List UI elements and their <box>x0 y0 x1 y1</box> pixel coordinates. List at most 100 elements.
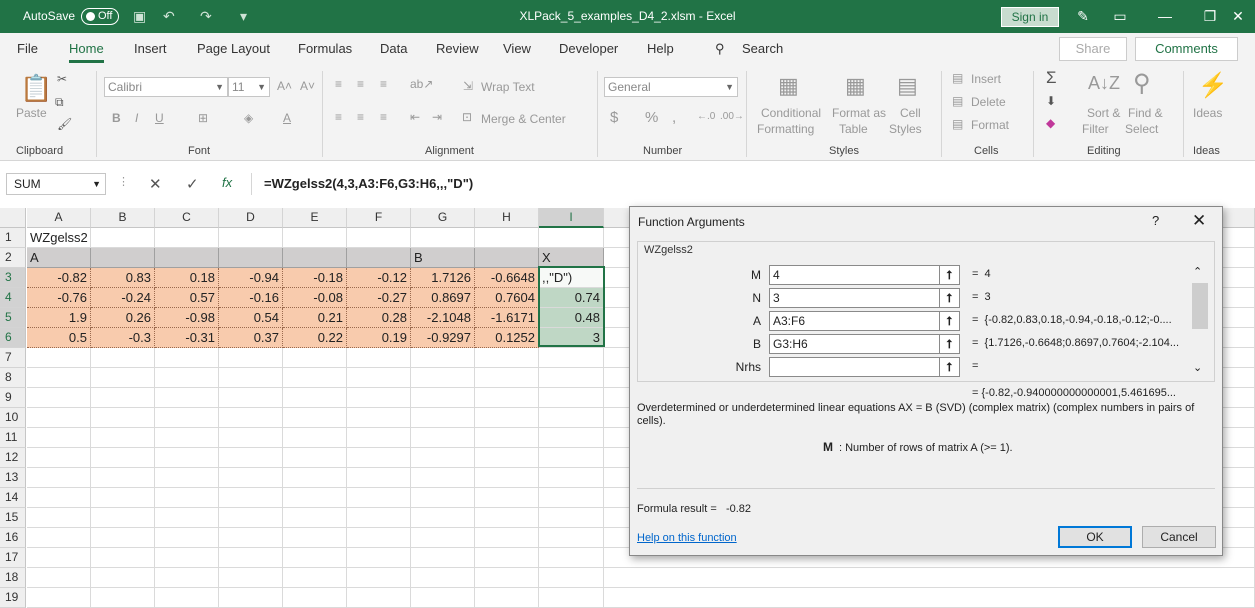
confirm-entry-icon[interactable]: ✓ <box>186 175 199 193</box>
paste-icon[interactable]: 📋 <box>20 73 52 104</box>
format-cells-label[interactable]: Format <box>971 118 1009 132</box>
matrix-a-cell[interactable]: -0.31 <box>155 328 219 348</box>
cell[interactable] <box>27 488 91 508</box>
cell[interactable] <box>283 468 347 488</box>
cell[interactable] <box>27 348 91 368</box>
row-header[interactable]: 3 <box>0 268 26 288</box>
matrix-a-cell[interactable]: -0.08 <box>283 288 347 308</box>
cell[interactable] <box>604 568 1255 588</box>
underline-icon[interactable]: U <box>155 111 164 125</box>
collapse-dialog-icon[interactable]: ⭡ <box>939 312 959 330</box>
cell[interactable] <box>539 508 604 528</box>
cell[interactable] <box>347 508 411 528</box>
column-header[interactable]: G <box>411 208 475 228</box>
cell[interactable] <box>155 228 219 248</box>
italic-icon[interactable]: I <box>135 111 138 125</box>
cell[interactable] <box>91 568 155 588</box>
cell[interactable] <box>475 388 539 408</box>
matrix-a-cell[interactable]: 0.57 <box>155 288 219 308</box>
row-header[interactable]: 19 <box>0 588 26 608</box>
matrix-a-cell[interactable]: 0.37 <box>219 328 283 348</box>
cell[interactable] <box>539 428 604 448</box>
label-cell[interactable] <box>475 248 539 268</box>
comments-button[interactable]: Comments <box>1135 37 1238 61</box>
cell[interactable] <box>411 228 475 248</box>
column-header[interactable]: B <box>91 208 155 228</box>
arguments-scrollbar[interactable]: ⌃ ⌄ <box>1190 265 1208 377</box>
cell[interactable] <box>475 508 539 528</box>
tab-review[interactable]: Review <box>436 41 479 56</box>
align-bottom-icon[interactable]: ≡ <box>380 77 387 91</box>
bold-icon[interactable]: B <box>112 111 121 125</box>
cell[interactable] <box>539 528 604 548</box>
sort-filter-label-2[interactable]: Filter <box>1082 122 1109 136</box>
matrix-a-cell[interactable]: 0.5 <box>27 328 91 348</box>
sign-in-button[interactable]: Sign in <box>1001 7 1059 27</box>
cell[interactable] <box>91 428 155 448</box>
ok-button[interactable]: OK <box>1058 526 1132 548</box>
ideas-label[interactable]: Ideas <box>1193 106 1222 120</box>
matrix-b-cell[interactable]: 0.7604 <box>475 288 539 308</box>
share-button[interactable]: Share <box>1059 37 1127 61</box>
label-cell[interactable]: A <box>27 248 91 268</box>
matrix-b-cell[interactable]: 0.1252 <box>475 328 539 348</box>
cell[interactable] <box>155 568 219 588</box>
cell[interactable] <box>411 528 475 548</box>
cell[interactable] <box>219 428 283 448</box>
cell[interactable] <box>475 228 539 248</box>
cell[interactable] <box>347 488 411 508</box>
comma-icon[interactable]: , <box>672 109 676 126</box>
cell[interactable] <box>411 368 475 388</box>
column-header[interactable]: C <box>155 208 219 228</box>
decrease-font-icon[interactable]: A˅ <box>300 79 315 93</box>
cell[interactable] <box>475 428 539 448</box>
matrix-b-cell[interactable]: -2.1048 <box>411 308 475 328</box>
borders-icon[interactable]: ⊞ <box>198 111 208 125</box>
row-header[interactable]: 14 <box>0 488 26 508</box>
column-header[interactable]: F <box>347 208 411 228</box>
cell[interactable] <box>155 448 219 468</box>
tab-file[interactable]: File <box>17 41 38 56</box>
label-cell[interactable] <box>347 248 411 268</box>
cancel-entry-icon[interactable]: ✕ <box>149 175 162 193</box>
arg-input-m[interactable]: 4 ⭡ <box>769 265 960 285</box>
row-header[interactable]: 16 <box>0 528 26 548</box>
row-header[interactable]: 11 <box>0 428 26 448</box>
matrix-a-cell[interactable]: -0.27 <box>347 288 411 308</box>
tab-help[interactable]: Help <box>647 41 674 56</box>
cell[interactable] <box>219 508 283 528</box>
cell[interactable] <box>219 348 283 368</box>
tab-developer[interactable]: Developer <box>559 41 618 56</box>
matrix-b-cell[interactable]: -1.6171 <box>475 308 539 328</box>
matrix-a-cell[interactable]: -0.16 <box>219 288 283 308</box>
scroll-thumb[interactable] <box>1192 283 1208 329</box>
row-header[interactable]: 12 <box>0 448 26 468</box>
cell[interactable] <box>604 588 1255 608</box>
title-cell[interactable]: WZgelss2 <box>27 228 91 248</box>
insert-cells-icon[interactable]: ▤ <box>952 71 963 85</box>
label-cell[interactable] <box>219 248 283 268</box>
sort-filter-label-1[interactable]: Sort & <box>1087 106 1120 120</box>
wrap-text-icon[interactable]: ⇲ <box>463 79 473 93</box>
align-right-icon[interactable]: ≡ <box>380 110 387 124</box>
cell[interactable] <box>539 468 604 488</box>
align-middle-icon[interactable]: ≡ <box>357 77 364 91</box>
cell[interactable] <box>155 508 219 528</box>
cell[interactable] <box>155 368 219 388</box>
cell[interactable] <box>155 588 219 608</box>
format-painter-icon[interactable]: 🖌 <box>57 117 72 131</box>
cell[interactable] <box>475 588 539 608</box>
cell[interactable] <box>91 528 155 548</box>
cell[interactable] <box>475 528 539 548</box>
orientation-icon[interactable]: ab↗ <box>410 77 433 91</box>
row-header[interactable]: 6 <box>0 328 26 348</box>
cell[interactable] <box>539 388 604 408</box>
matrix-a-cell[interactable]: -0.98 <box>155 308 219 328</box>
cell[interactable] <box>539 368 604 388</box>
font-name-combo[interactable]: Calibri ▼ <box>104 77 228 97</box>
cell[interactable] <box>27 468 91 488</box>
row-header[interactable]: 18 <box>0 568 26 588</box>
number-format-combo[interactable]: General ▼ <box>604 77 738 97</box>
column-header[interactable]: H <box>475 208 539 228</box>
cell[interactable] <box>219 408 283 428</box>
